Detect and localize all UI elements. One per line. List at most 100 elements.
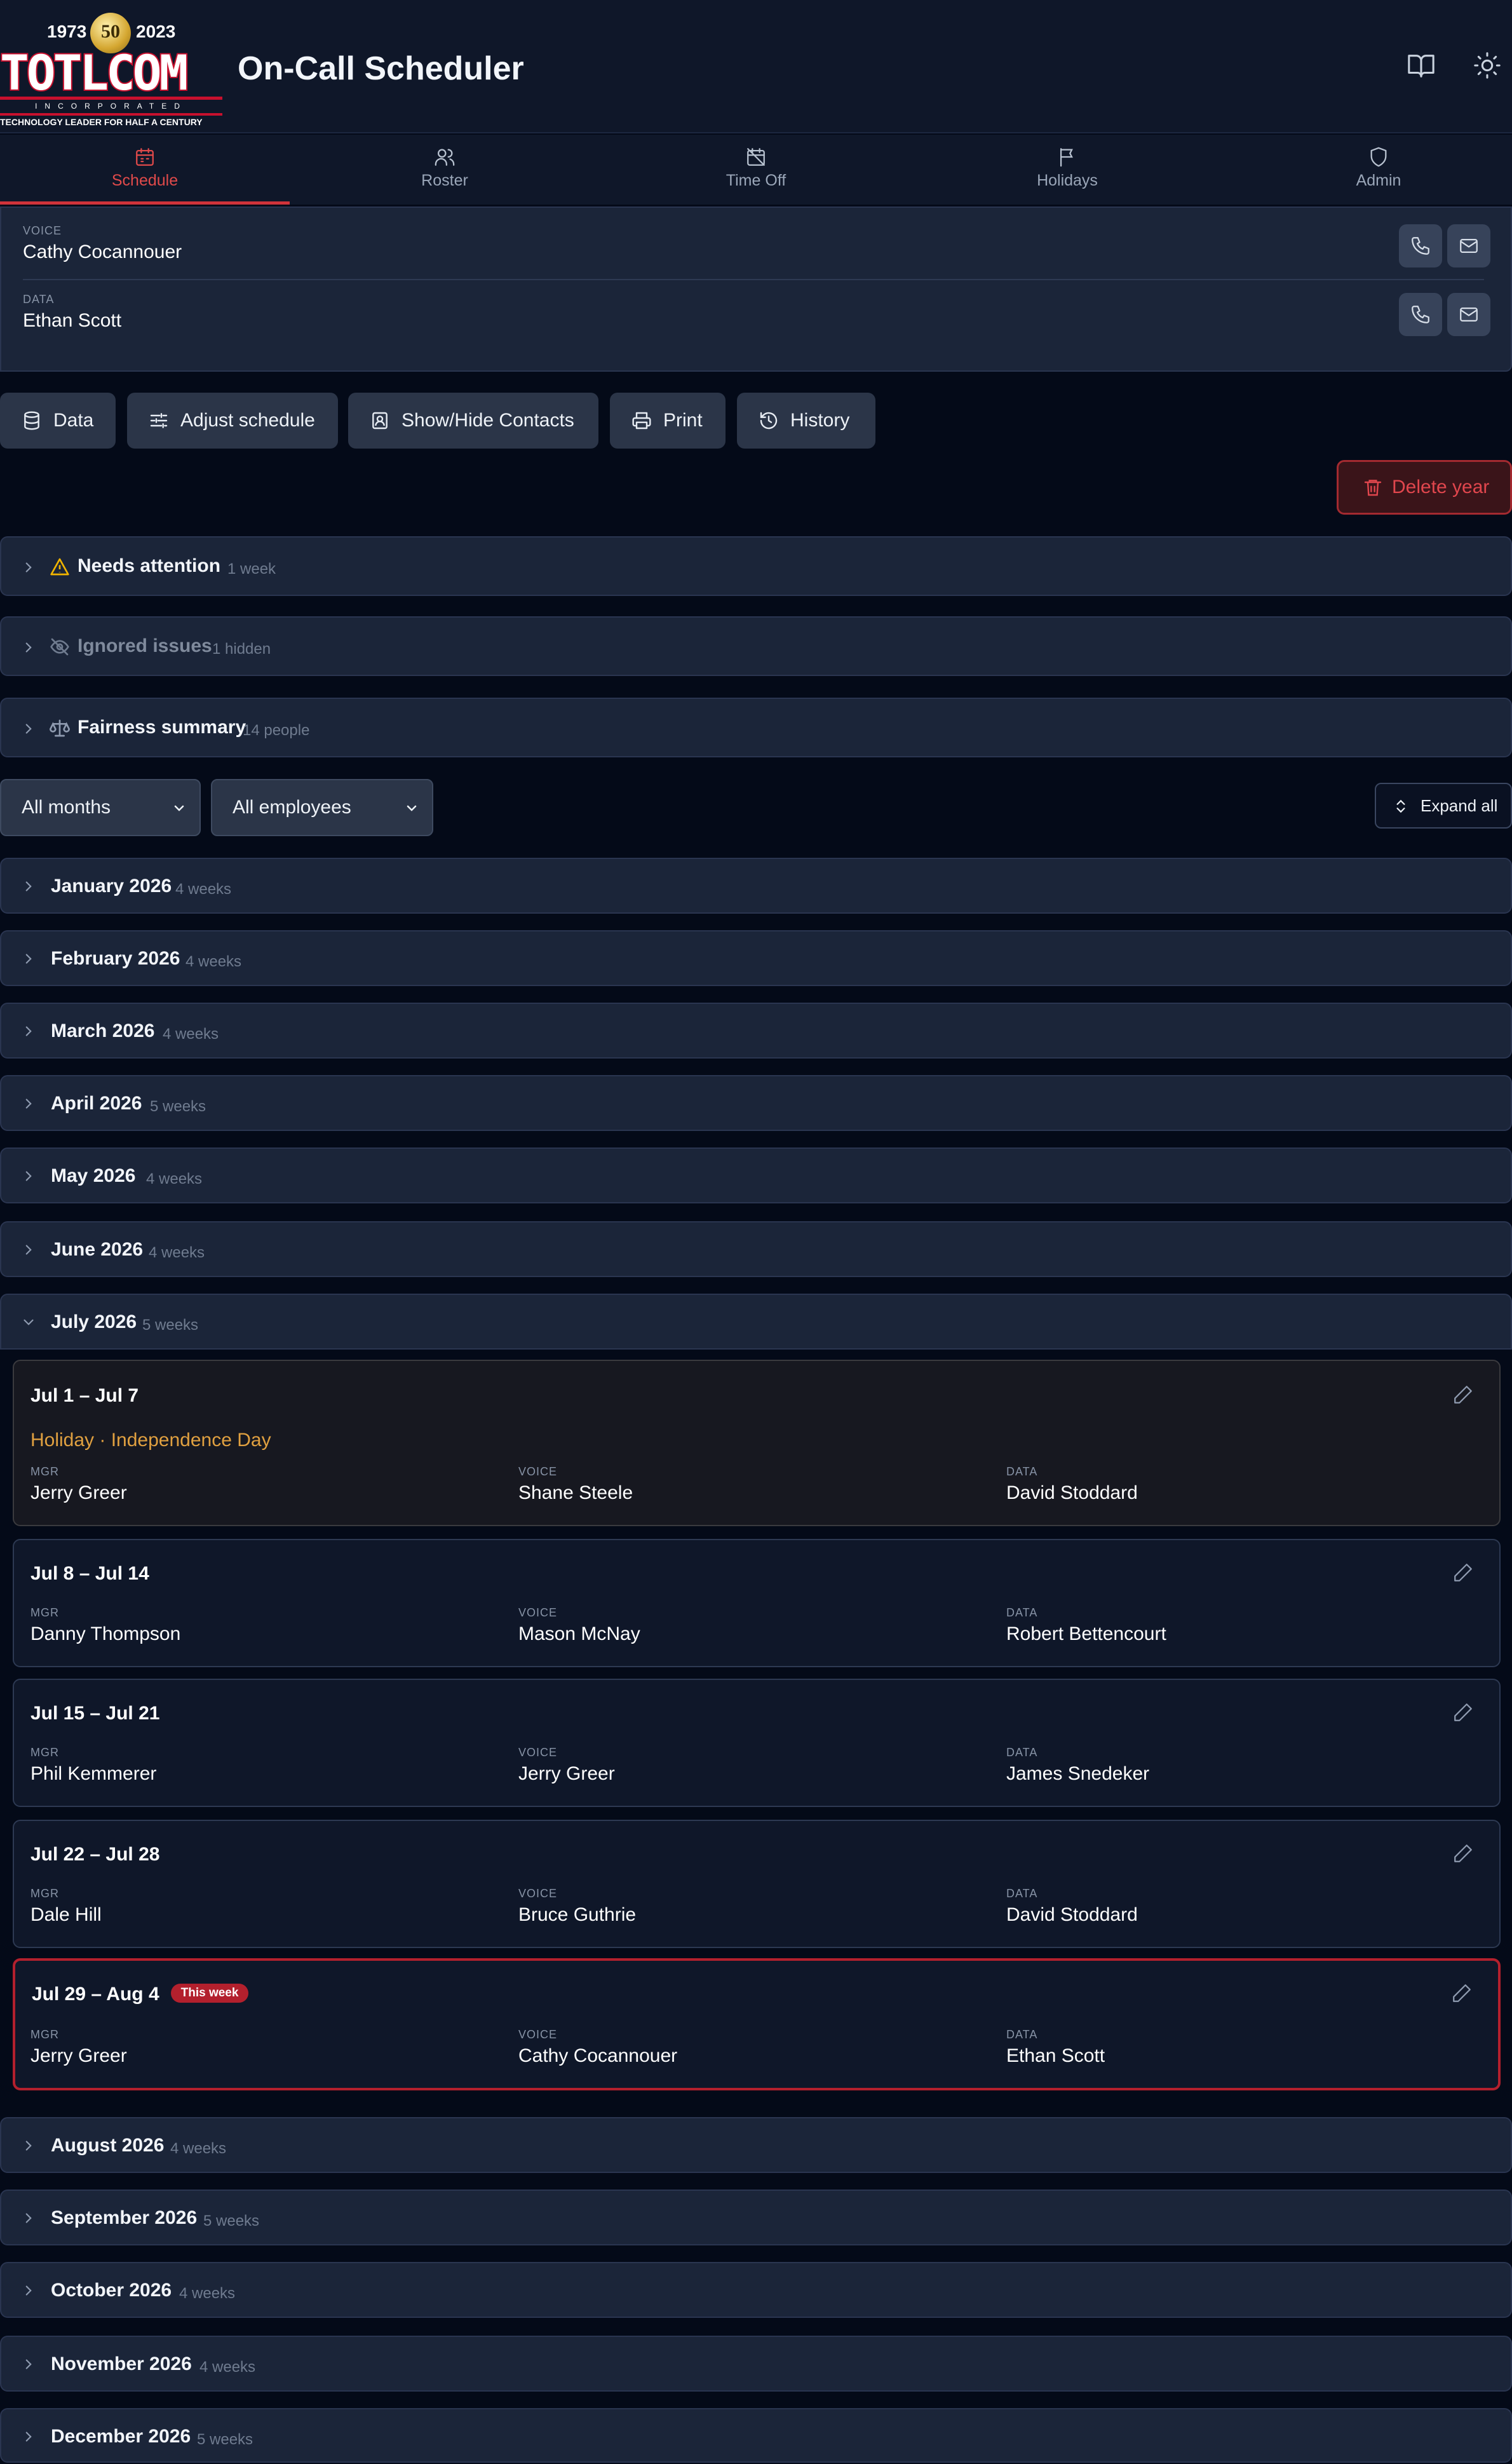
printer-icon: [632, 412, 651, 430]
edit-week-button[interactable]: [1452, 1843, 1474, 1864]
mgr-assignment: MGR Jerry Greer: [30, 1465, 127, 1504]
mgr-assignment: MGR Danny Thompson: [30, 1606, 180, 1645]
assignee-name: Bruce Guthrie: [518, 1904, 637, 1925]
week-card: Jul 15 – Jul 21 MGR Phil Kemmerer VOICE …: [13, 1679, 1501, 1807]
role-label: MGR: [30, 2028, 59, 2041]
logo-rule-2: [0, 113, 222, 116]
tab-holidays[interactable]: Holidays: [1004, 135, 1131, 205]
sun-icon[interactable]: [1473, 51, 1504, 83]
data-button[interactable]: Data: [0, 393, 116, 449]
month-march-2026[interactable]: March 2026 4 weeks: [0, 1003, 1512, 1059]
edit-week-button[interactable]: [1451, 1982, 1473, 2004]
assignee-name: Dale Hill: [30, 1904, 102, 1925]
month-count: 5 weeks: [150, 1098, 206, 1115]
month-august-2026[interactable]: August 2026 4 weeks: [0, 2117, 1512, 2173]
assignee-name: David Stoddard: [1006, 1482, 1138, 1503]
book-icon[interactable]: [1407, 51, 1438, 83]
month-february-2026[interactable]: February 2026 4 weeks: [0, 930, 1512, 986]
month-april-2026[interactable]: April 2026 5 weeks: [0, 1075, 1512, 1131]
panel-title: Needs attention: [78, 555, 221, 576]
month-october-2026[interactable]: October 2026 4 weeks: [0, 2262, 1512, 2318]
scale-icon: [50, 718, 70, 738]
history-button[interactable]: History: [737, 393, 875, 449]
app-header: 1973 50 2023 TOTLCOM INCORPORATED TECHNO…: [0, 0, 1512, 133]
app-title: On-Call Scheduler: [238, 50, 524, 87]
chevron-right-icon: [20, 1242, 37, 1258]
week-range: Jul 15 – Jul 21: [30, 1703, 160, 1724]
email-button[interactable]: [1447, 224, 1490, 267]
chevron-right-icon: [20, 878, 37, 895]
shield-icon: [1368, 146, 1389, 168]
months-filter-select[interactable]: All months: [0, 779, 201, 836]
month-july-2026[interactable]: July 2026 5 weeks: [0, 1294, 1512, 1350]
contact-card-icon: [372, 412, 388, 430]
button-label: Show/Hide Contacts: [402, 410, 574, 431]
chevron-down-icon: [20, 1314, 37, 1330]
assignee-name: Mason McNay: [518, 1623, 640, 1644]
month-january-2026[interactable]: January 2026 4 weeks: [0, 858, 1512, 914]
month-september-2026[interactable]: September 2026 5 weeks: [0, 2190, 1512, 2245]
employees-filter-select[interactable]: All employees: [211, 779, 433, 836]
month-title: October 2026: [51, 2280, 172, 2301]
month-count: 5 weeks: [197, 2431, 253, 2448]
delete-year-button[interactable]: Delete year: [1337, 460, 1512, 515]
expand-all-button[interactable]: Expand all: [1375, 783, 1512, 829]
show-hide-contacts-button[interactable]: Show/Hide Contacts: [348, 393, 598, 449]
assignee-name: Jerry Greer: [30, 1482, 127, 1503]
print-button[interactable]: Print: [610, 393, 726, 449]
contact-row-voice: VOICE Cathy Cocannouer: [23, 224, 1484, 263]
tab-roster[interactable]: Roster: [381, 135, 508, 205]
week-range: Jul 1 – Jul 7: [30, 1385, 139, 1406]
panel-title: Fairness summary: [78, 717, 246, 738]
chevron-right-icon: [20, 721, 37, 737]
ignored-issues-panel[interactable]: Ignored issues 1 hidden: [0, 616, 1512, 676]
fairness-summary-panel[interactable]: Fairness summary 14 people: [0, 698, 1512, 757]
edit-week-button[interactable]: [1452, 1384, 1474, 1405]
week-range: Jul 8 – Jul 14: [30, 1563, 149, 1584]
role-label: VOICE: [518, 1887, 558, 1900]
tab-time-off[interactable]: Time Off: [692, 135, 820, 205]
month-title: May 2026: [51, 1165, 136, 1186]
month-count: 4 weeks: [199, 2359, 256, 2376]
edit-week-button[interactable]: [1452, 1562, 1474, 1583]
week-card: Jul 1 – Jul 7 Holiday · Independence Day…: [13, 1360, 1501, 1526]
month-november-2026[interactable]: November 2026 4 weeks: [0, 2336, 1512, 2392]
needs-attention-panel[interactable]: Needs attention 1 week: [0, 536, 1512, 596]
role-label: VOICE: [518, 1465, 558, 1478]
voice-assignment: VOICE Mason McNay: [518, 1606, 640, 1645]
calendar-off-icon: [745, 146, 767, 168]
voice-assignment: VOICE Cathy Cocannouer: [518, 2028, 677, 2067]
adjust-schedule-button[interactable]: Adjust schedule: [127, 393, 338, 449]
month-count: 4 weeks: [175, 881, 232, 898]
month-title: February 2026: [51, 948, 180, 969]
users-icon: [434, 146, 456, 168]
pencil-icon: [1453, 1984, 1471, 2002]
month-may-2026[interactable]: May 2026 4 weeks: [0, 1147, 1512, 1203]
current-week-card: Jul 29 – Aug 4 This week MGR Jerry Greer …: [13, 1958, 1501, 2090]
sliders-icon: [150, 413, 168, 428]
button-label: History: [790, 410, 850, 431]
mgr-assignment: MGR Phil Kemmerer: [30, 1746, 156, 1785]
pencil-icon: [1454, 1386, 1472, 1404]
month-count: 5 weeks: [142, 1317, 199, 1334]
tab-schedule[interactable]: Schedule: [0, 135, 290, 205]
role-label: DATA: [1006, 2028, 1038, 2041]
history-icon: [760, 412, 778, 430]
call-button[interactable]: [1399, 293, 1442, 336]
tab-admin[interactable]: Admin: [1315, 135, 1442, 205]
month-title: April 2026: [51, 1093, 142, 1114]
month-count: 4 weeks: [146, 1170, 203, 1188]
month-june-2026[interactable]: June 2026 4 weeks: [0, 1221, 1512, 1277]
voice-assignment: VOICE Shane Steele: [518, 1465, 633, 1504]
email-button[interactable]: [1447, 293, 1490, 336]
month-title: December 2026: [51, 2426, 191, 2447]
month-december-2026[interactable]: December 2026 5 weeks: [0, 2408, 1512, 2463]
data-assignment: DATA James Snedeker: [1006, 1746, 1149, 1785]
assignee-name: Jerry Greer: [30, 2045, 127, 2066]
contact-name: Ethan Scott: [23, 310, 122, 331]
week-range-wrapper: Jul 29 – Aug 4 This week: [32, 1984, 249, 2005]
call-button[interactable]: [1399, 224, 1442, 267]
button-label: Delete year: [1392, 477, 1490, 498]
contact-name: Cathy Cocannouer: [23, 241, 182, 262]
edit-week-button[interactable]: [1452, 1702, 1474, 1723]
